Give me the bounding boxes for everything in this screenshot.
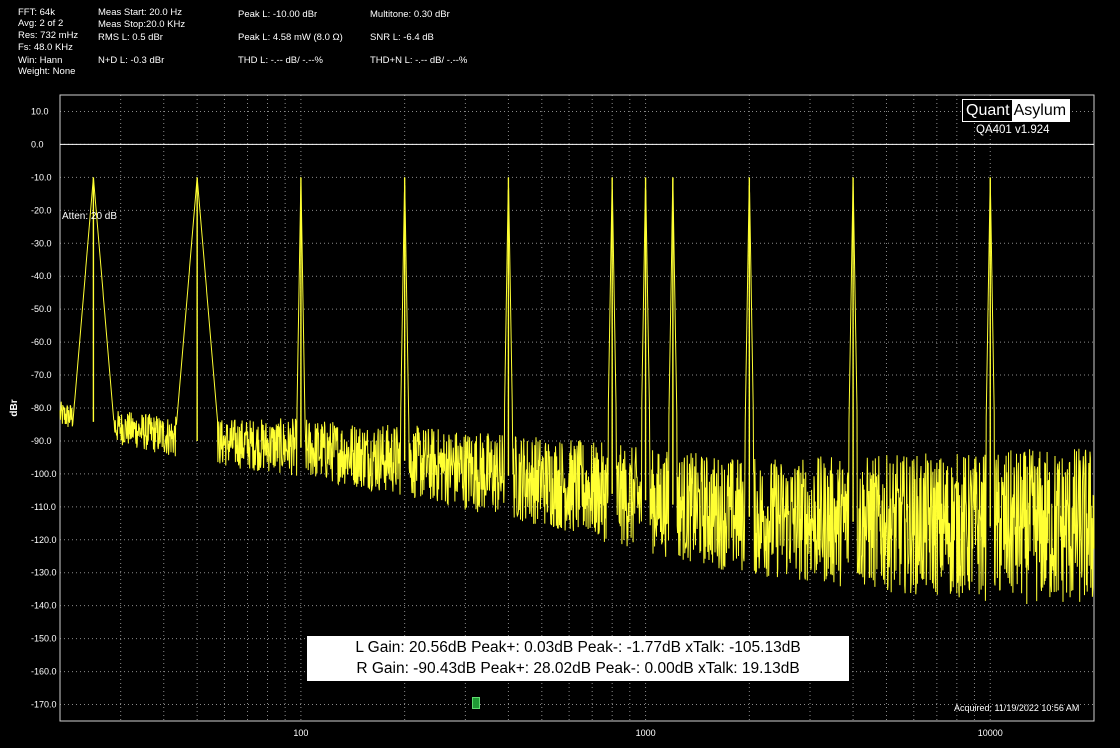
atten-label: Atten: 20 dB — [62, 211, 118, 222]
y-tick-label: 0.0 — [31, 139, 44, 149]
logo-asylum: Asylum — [1011, 100, 1070, 121]
x-tick-label: 100 — [293, 728, 308, 738]
y-tick-label: -170.0 — [31, 700, 57, 710]
acquired-timestamp: Acquired: 11/19/2022 10:56 AM — [954, 703, 1080, 713]
y-tick-label: -10.0 — [31, 172, 52, 182]
y-tick-label: -110.0 — [31, 502, 56, 512]
y-tick-label: 10.0 — [31, 106, 49, 116]
version-label: QA401 v1.924 — [976, 124, 1050, 136]
y-tick-label: -80.0 — [31, 403, 52, 413]
y-tick-label: -60.0 — [31, 337, 52, 347]
y-tick-label: -90.0 — [31, 436, 52, 446]
logo-quant: Quant — [963, 100, 1012, 121]
gain-line-left: L Gain: 20.56dB Peak+: 0.03dB Peak-: -1.… — [355, 639, 801, 656]
y-tick-label: -150.0 — [31, 634, 57, 644]
y-tick-label: -120.0 — [31, 535, 57, 545]
y-tick-label: -50.0 — [31, 304, 52, 314]
y-axis-label: dBr — [9, 399, 20, 416]
x-tick-labels: 100 1000 10000 — [293, 728, 1002, 738]
y-tick-label: -70.0 — [31, 370, 52, 380]
y-tick-label: -140.0 — [31, 601, 57, 611]
y-tick-label: -160.0 — [31, 667, 57, 677]
gain-line-right: R Gain: -90.43dB Peak+: 28.02dB Peak-: 0… — [356, 660, 800, 677]
x-tick-label: 10000 — [978, 728, 1003, 738]
x-tick-label: 1000 — [636, 728, 656, 738]
y-tick-labels: 10.0 0.0 -10.0 -20.0 -30.0 -40.0 -50.0 -60.0 -70… — [31, 106, 57, 709]
y-tick-label: -130.0 — [31, 568, 57, 578]
y-tick-label: -20.0 — [31, 205, 52, 215]
brand-logo: Quant Asylum — [962, 99, 1071, 122]
cursor-marker[interactable] — [472, 697, 480, 709]
gain-readout-box: L Gain: 20.56dB Peak+: 0.03dB Peak-: -1.… — [307, 636, 849, 681]
grid — [60, 95, 1094, 721]
y-tick-label: -100.0 — [31, 469, 57, 479]
y-tick-label: -30.0 — [31, 238, 52, 248]
y-tick-label: -40.0 — [31, 271, 52, 281]
